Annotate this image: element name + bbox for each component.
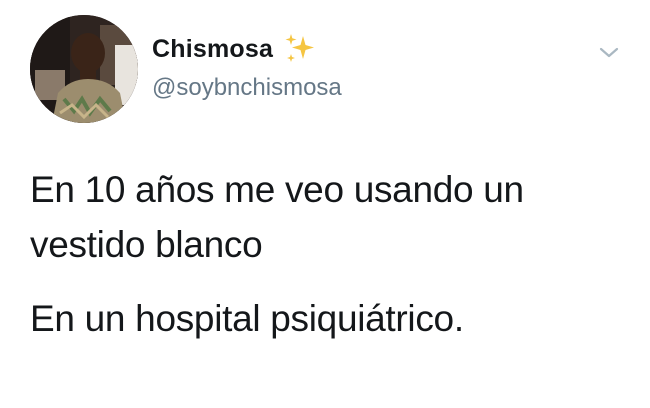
tweet-card: Chismosa @soybnchismosa En 10 años me ve… xyxy=(0,0,650,408)
tweet-text-line-1: En 10 años me veo usando un vestido blan… xyxy=(30,169,524,265)
name-row: Chismosa xyxy=(152,32,317,66)
avatar[interactable] xyxy=(30,15,138,123)
sparkles-icon xyxy=(283,32,317,66)
chevron-down-icon[interactable] xyxy=(597,44,621,62)
username-handle[interactable]: @soybnchismosa xyxy=(152,74,342,102)
avatar-photo xyxy=(30,15,138,123)
tweet-text-line-2: En un hospital psiquiátrico. xyxy=(30,298,464,339)
display-name[interactable]: Chismosa xyxy=(152,35,273,64)
